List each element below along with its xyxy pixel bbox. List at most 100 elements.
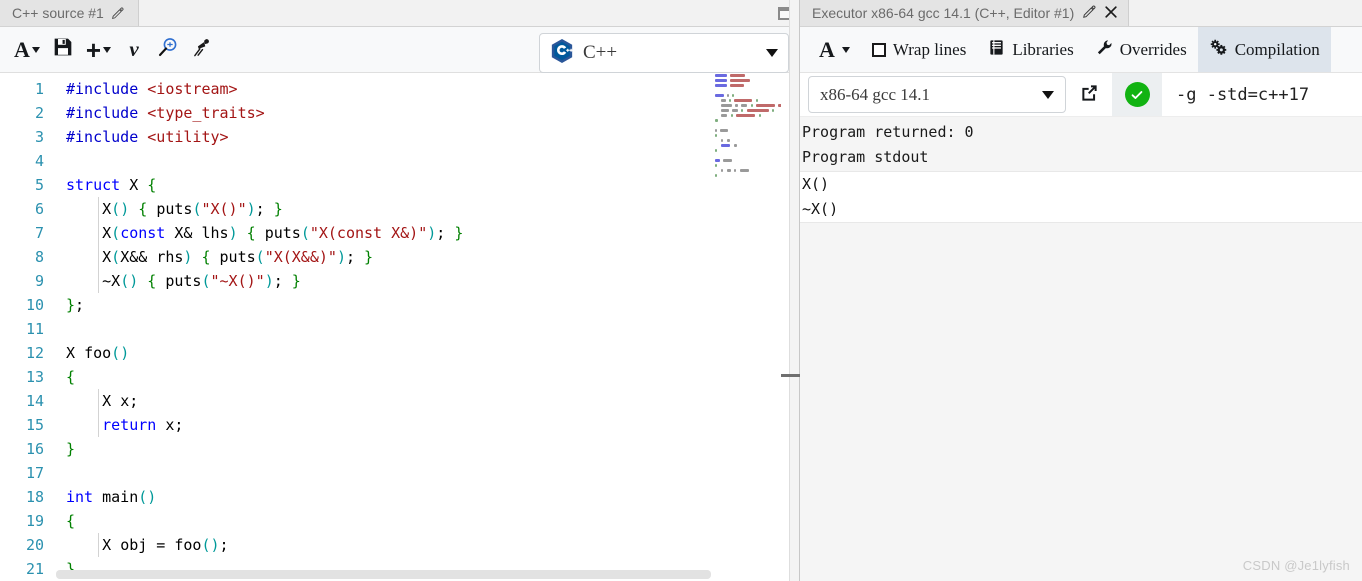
executor-vertical-scrollbar[interactable]: [1352, 117, 1362, 581]
code-line: X(X&& rhs) { puts("X(X&&)"); }: [56, 245, 799, 269]
save-button[interactable]: [46, 33, 80, 67]
line-number: 7: [0, 221, 56, 245]
compilation-label: Compilation: [1235, 40, 1320, 60]
font-size-icon: A: [14, 39, 30, 61]
plus-icon: +: [86, 37, 101, 63]
chevron-down-icon: [1042, 91, 1054, 99]
executor-titlebar-spacer: [1129, 0, 1362, 26]
code-line: X x;: [56, 389, 799, 413]
pane-splitter[interactable]: [789, 0, 799, 581]
save-icon: [53, 37, 73, 62]
line-number: 5: [0, 173, 56, 197]
line-number: 8: [0, 245, 56, 269]
code-line: }: [56, 437, 799, 461]
execution-output: Program returned: 0 Program stdout X() ~…: [800, 117, 1362, 581]
open-in-new-window-button[interactable]: [1066, 73, 1112, 116]
cpp-logo-icon: [550, 38, 574, 69]
pin-icon: [192, 37, 213, 63]
pin-button[interactable]: [185, 33, 219, 67]
watermark: CSDN @Je1lyfish: [1243, 558, 1350, 573]
stdout-line: X(): [800, 172, 1362, 197]
vim-icon: v: [129, 39, 138, 60]
libraries-button[interactable]: Libraries: [977, 27, 1084, 72]
code-editor[interactable]: 1 2 3 4 5 6 7 8 9 10 11 12 13 14 15 16 1…: [0, 74, 799, 581]
code-line: #include <type_traits>: [56, 101, 799, 125]
pencil-icon[interactable]: [1082, 5, 1096, 22]
editor-tab-label: C++ source #1: [12, 5, 104, 21]
line-number: 13: [0, 365, 56, 389]
line-number: 6: [0, 197, 56, 221]
line-number: 9: [0, 269, 56, 293]
compiler-options-field[interactable]: -g -std=c++17: [1162, 73, 1309, 116]
code-line: int main(): [56, 485, 799, 509]
tab-cpp-source-1[interactable]: C++ source #1: [0, 0, 139, 26]
code-line: return x;: [56, 413, 799, 437]
close-icon[interactable]: [1104, 5, 1118, 22]
find-button[interactable]: [151, 33, 185, 67]
executor-toolbar: A Wrap lines Libraries Overrides: [800, 27, 1362, 73]
code-line: X() { puts("X()"); }: [56, 197, 799, 221]
code-line: X foo(): [56, 341, 799, 365]
program-stdout-header: Program stdout: [800, 145, 1362, 170]
check-circle-icon: [1125, 82, 1150, 107]
line-number: 16: [0, 437, 56, 461]
language-label: C++: [583, 42, 766, 64]
line-number: 11: [0, 317, 56, 341]
code-line: {: [56, 365, 799, 389]
line-number: 3: [0, 125, 56, 149]
code-line: [56, 149, 799, 173]
wrench-icon: [1096, 39, 1113, 61]
code-line: [56, 461, 799, 485]
chevron-down-icon: [842, 47, 850, 53]
code-line: X(const X& lhs) { puts("X(const X&)"); }: [56, 221, 799, 245]
code-line: ~X() { puts("~X()"); }: [56, 269, 799, 293]
chevron-down-icon: [32, 47, 40, 53]
compiler-name-label: x86-64 gcc 14.1: [820, 85, 1042, 105]
line-number: 15: [0, 413, 56, 437]
compile-status-button[interactable]: [1112, 73, 1162, 116]
executor-titlebar: Executor x86-64 gcc 14.1 (C++, Editor #1…: [800, 0, 1362, 27]
titlebar-spacer: [139, 0, 769, 26]
line-number: 14: [0, 389, 56, 413]
program-returned-line: Program returned: 0: [800, 120, 1362, 145]
overrides-label: Overrides: [1120, 40, 1187, 60]
gears-icon: [1209, 39, 1228, 61]
font-size-icon: A: [819, 39, 835, 61]
line-number: 2: [0, 101, 56, 125]
chevron-down-icon: [103, 47, 111, 53]
wrap-lines-label: Wrap lines: [893, 40, 966, 60]
compiler-explorer-app: C++ source #1 A +: [0, 0, 1362, 581]
code-content[interactable]: #include <iostream> #include <type_trait…: [56, 74, 799, 581]
scrollbar-thumb[interactable]: [56, 570, 711, 579]
compilation-button[interactable]: Compilation: [1198, 27, 1331, 72]
wrap-lines-toggle[interactable]: Wrap lines: [861, 27, 977, 72]
executor-font-button[interactable]: A: [808, 27, 861, 72]
tab-executor[interactable]: Executor x86-64 gcc 14.1 (C++, Editor #1…: [800, 0, 1129, 26]
compiler-selector[interactable]: x86-64 gcc 14.1: [808, 76, 1066, 113]
overrides-button[interactable]: Overrides: [1085, 27, 1198, 72]
executor-pane: Executor x86-64 gcc 14.1 (C++, Editor #1…: [800, 0, 1362, 581]
checkbox-icon[interactable]: [872, 43, 886, 57]
magnifier-icon: [157, 36, 179, 63]
editor-horizontal-scrollbar[interactable]: [56, 570, 711, 579]
add-new-button[interactable]: +: [80, 33, 117, 67]
code-line: X obj = foo();: [56, 533, 799, 557]
external-link-icon: [1079, 82, 1100, 108]
compiler-row: x86-64 gcc 14.1 -g -std=c++17: [800, 73, 1362, 117]
line-number-gutter: 1 2 3 4 5 6 7 8 9 10 11 12 13 14 15 16 1…: [0, 74, 56, 581]
editor-titlebar: C++ source #1: [0, 0, 799, 27]
line-number: 21: [0, 557, 56, 581]
font-size-button[interactable]: A: [8, 33, 46, 67]
stdout-line: ~X(): [800, 197, 1362, 222]
line-number: 17: [0, 461, 56, 485]
code-line: struct X {: [56, 173, 799, 197]
line-number: 12: [0, 341, 56, 365]
line-number: 20: [0, 533, 56, 557]
code-line: };: [56, 293, 799, 317]
editor-pane: C++ source #1 A +: [0, 0, 800, 581]
chevron-down-icon: [766, 49, 778, 57]
editor-toolbar: A + v: [0, 27, 799, 73]
language-selector[interactable]: C++: [539, 33, 789, 73]
pencil-icon[interactable]: [111, 7, 124, 20]
vim-mode-button[interactable]: v: [117, 33, 151, 67]
